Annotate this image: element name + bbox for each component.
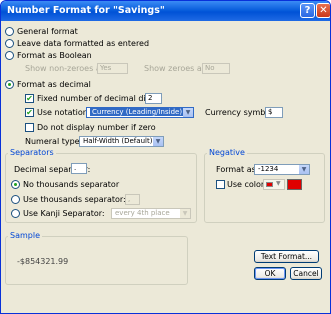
decimal-format-radio[interactable] — [5, 80, 14, 89]
fixed-digits-checkbox[interactable]: ✔ — [25, 94, 34, 103]
show-zeroes-label: Show zeroes as: — [144, 64, 209, 73]
use-thousands-radio[interactable] — [11, 195, 20, 204]
numeral-type-label: Numeral type: — [25, 137, 83, 146]
notation-select[interactable]: Currency (Leading/Inside) ▼ — [86, 107, 194, 118]
leave-data-radio[interactable] — [5, 39, 14, 48]
color-picker-button[interactable]: ▼ — [263, 179, 285, 190]
chevron-down-icon: ▼ — [299, 165, 309, 174]
numeral-type-value: Half-Width (Default) — [83, 137, 153, 145]
show-zeroes-input[interactable]: No — [202, 63, 230, 74]
dialog-title: Number Format for "Savings" — [7, 5, 165, 16]
decimal-format-label: Format as decimal — [17, 80, 91, 89]
chevron-down-icon: ▼ — [183, 108, 193, 117]
boolean-format-radio[interactable] — [5, 51, 14, 60]
chevron-down-icon: ▼ — [180, 209, 190, 218]
decimal-separator-input[interactable]: . — [71, 163, 87, 174]
no-thousands-label: No thousands separator — [23, 180, 120, 189]
ok-button[interactable]: OK — [254, 267, 286, 280]
use-notation-label: Use notation: — [37, 108, 91, 117]
kanji-separator-value: every 4th place — [115, 209, 170, 217]
negative-format-value: -1234 — [258, 165, 279, 173]
use-thousands-label: Use thousands separator: — [23, 195, 126, 204]
color-swatch-icon — [266, 182, 273, 187]
chevron-down-icon: ▼ — [276, 180, 281, 187]
use-kanji-label: Use Kanji Separator: — [23, 209, 105, 218]
general-format-label: General format — [17, 27, 78, 36]
negative-title: Negative — [207, 148, 247, 157]
use-color-checkbox[interactable] — [216, 180, 225, 189]
notation-select-value: Currency (Leading/Inside) — [90, 108, 185, 116]
negative-format-select[interactable]: -1234 ▼ — [254, 164, 310, 175]
text-format-button[interactable]: Text Format... — [254, 250, 319, 263]
format-as-label: Format as: — [216, 165, 259, 174]
help-button[interactable]: ? — [300, 3, 315, 18]
no-thousands-radio[interactable] — [11, 180, 20, 189]
numeral-type-select[interactable]: Half-Width (Default) ▼ — [79, 136, 164, 147]
cancel-button[interactable]: Cancel — [290, 267, 322, 280]
leave-data-label: Leave data formatted as entered — [17, 39, 150, 48]
thousands-separator-input[interactable]: , — [125, 194, 140, 205]
use-color-label: Use color: — [227, 180, 267, 189]
no-zero-checkbox[interactable] — [25, 123, 34, 132]
currency-symbol-input[interactable]: $ — [265, 107, 283, 118]
no-zero-label: Do not display number if zero — [37, 123, 156, 132]
chevron-down-icon: ▼ — [153, 137, 163, 146]
title-bar[interactable]: Number Format for "Savings" ? ✕ — [1, 1, 330, 21]
close-button[interactable]: ✕ — [316, 3, 330, 18]
use-notation-checkbox[interactable]: ✔ — [25, 108, 34, 117]
kanji-separator-select[interactable]: every 4th place ▼ — [111, 208, 191, 219]
sample-title: Sample — [8, 231, 42, 240]
fixed-digits-input[interactable]: 2 — [145, 93, 162, 104]
number-format-dialog: Number Format for "Savings" ? ✕ General … — [0, 0, 331, 314]
use-kanji-radio[interactable] — [11, 209, 20, 218]
separators-title: Separators — [8, 148, 56, 157]
show-nonzeroes-label: Show non-zeroes as: — [25, 64, 108, 73]
boolean-format-label: Format as Boolean — [17, 51, 92, 60]
general-format-radio[interactable] — [5, 27, 14, 36]
negative-color-sample — [287, 179, 302, 190]
sample-value: -$854321.99 — [17, 257, 69, 266]
show-nonzeroes-input[interactable]: Yes — [97, 63, 128, 74]
